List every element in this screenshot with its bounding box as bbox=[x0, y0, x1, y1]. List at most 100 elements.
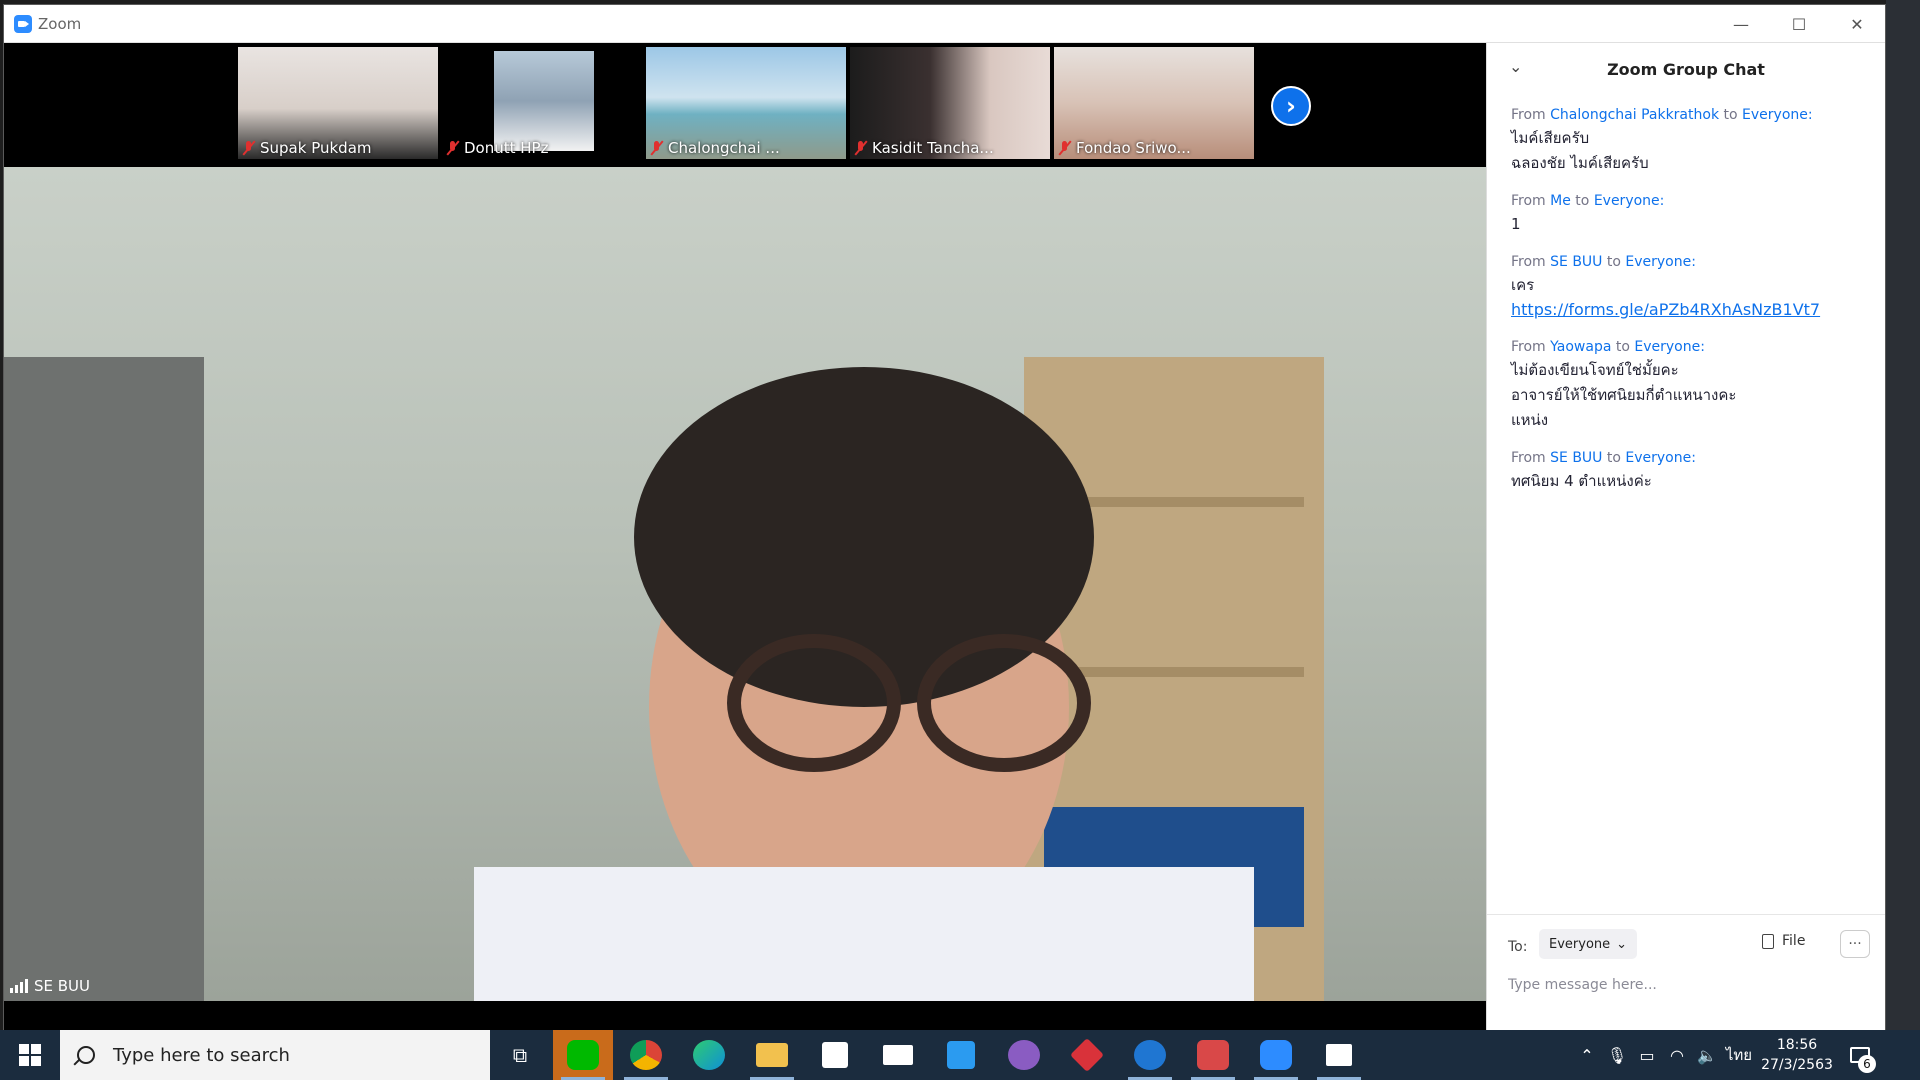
chat-message: From Chalongchai Pakkrathok to Everyone:… bbox=[1511, 104, 1871, 176]
taskbar-app-teamviewer[interactable] bbox=[1120, 1030, 1180, 1080]
taskbar-app-chrome[interactable] bbox=[616, 1030, 676, 1080]
git-icon bbox=[1070, 1038, 1104, 1072]
participant-thumbnail[interactable]: Chalongchai ... bbox=[646, 47, 846, 159]
system-tray: ⌃ 🎙 ▭ ◠ 🔈 ไทย 18:56 27/3/2563 6 bbox=[1572, 1030, 1882, 1080]
taskbar-app-line[interactable] bbox=[553, 1030, 613, 1080]
chat-message-link[interactable]: https://forms.gle/aPZb4RXhAsNzB1Vt7 bbox=[1511, 298, 1871, 322]
participant-thumbnail-strip: Supak Pukdam Donutt HPz Chalongchai ... bbox=[4, 43, 1486, 167]
taskbar-app-git-client[interactable] bbox=[1057, 1030, 1117, 1080]
battery-icon[interactable]: ▭ bbox=[1632, 1046, 1662, 1065]
recipient-name: Everyone: bbox=[1742, 107, 1813, 123]
vscode-icon bbox=[947, 1041, 975, 1069]
input-language[interactable]: ไทย bbox=[1722, 1043, 1756, 1067]
participant-thumbnail[interactable]: Kasidit Tancha... bbox=[850, 47, 1050, 159]
video-frame bbox=[4, 357, 1324, 1001]
github-icon bbox=[1008, 1040, 1040, 1070]
taskbar-app-store[interactable] bbox=[805, 1030, 865, 1080]
taskbar-app-photos[interactable] bbox=[1309, 1030, 1369, 1080]
window-title: Zoom bbox=[38, 14, 82, 33]
windows-logo-icon bbox=[19, 1044, 41, 1066]
participant-name: Chalongchai ... bbox=[650, 139, 780, 157]
chat-message-meta: From Me to Everyone: bbox=[1511, 193, 1665, 209]
taskbar-app-github-desktop[interactable] bbox=[994, 1030, 1054, 1080]
chrome-icon bbox=[630, 1040, 662, 1070]
start-button[interactable] bbox=[0, 1030, 60, 1080]
more-options-button[interactable]: ··· bbox=[1840, 930, 1870, 958]
taskbar-app-file-explorer[interactable] bbox=[742, 1030, 802, 1080]
chat-message-meta: From Chalongchai Pakkrathok to Everyone: bbox=[1511, 107, 1813, 123]
chat-message-input[interactable] bbox=[1506, 969, 1860, 1001]
sender-name: Yaowapa bbox=[1550, 339, 1612, 355]
recipient-name: Everyone: bbox=[1625, 254, 1696, 270]
zoom-window: Zoom — ☐ ✕ Supak Pukdam Donutt HPz Chalo… bbox=[3, 4, 1886, 1031]
edge-icon bbox=[693, 1040, 725, 1070]
desktop-background bbox=[1886, 0, 1920, 1030]
chat-message-text: อาจารย์ให้ใช้ทศนิยมกี่ตำแหนางคะ bbox=[1511, 386, 1737, 404]
chat-panel: ⌄ Zoom Group Chat From Chalongchai Pakkr… bbox=[1486, 43, 1885, 1031]
chevron-down-icon: ⌄ bbox=[1616, 936, 1628, 952]
file-button[interactable]: File bbox=[1762, 933, 1805, 949]
action-center-button[interactable]: 6 bbox=[1838, 1047, 1882, 1073]
taskbar-search-box[interactable]: Type here to search bbox=[60, 1030, 490, 1080]
to-label: To: bbox=[1508, 939, 1528, 955]
active-speaker-video: SE BUU bbox=[4, 167, 1486, 1001]
maximize-button[interactable]: ☐ bbox=[1770, 5, 1828, 43]
chat-message-text: ฉลองชัย ไมค์เสียครับ bbox=[1511, 154, 1649, 172]
recipient-name: Everyone: bbox=[1634, 339, 1705, 355]
next-participants-button[interactable]: › bbox=[1271, 86, 1311, 126]
clock-time: 18:56 bbox=[1776, 1037, 1818, 1053]
clock-date: 27/3/2563 bbox=[1761, 1057, 1833, 1073]
chevron-up-icon[interactable]: ⌃ bbox=[1572, 1046, 1602, 1065]
zoom-logo-icon bbox=[14, 14, 32, 33]
sender-name: Chalongchai Pakkrathok bbox=[1550, 107, 1720, 123]
sender-name: SE BUU bbox=[1550, 450, 1603, 466]
video-area: Supak Pukdam Donutt HPz Chalongchai ... bbox=[4, 43, 1486, 1031]
task-view-icon: ⧉ bbox=[512, 1043, 528, 1067]
taskbar-app-vscode[interactable] bbox=[931, 1030, 991, 1080]
participant-name: Kasidit Tancha... bbox=[854, 139, 994, 157]
taskbar-app-mail[interactable] bbox=[868, 1030, 928, 1080]
chat-message-text: แหน่ง bbox=[1511, 411, 1549, 429]
volume-icon[interactable]: 🔈 bbox=[1692, 1046, 1722, 1065]
mic-muted-icon bbox=[650, 140, 664, 156]
zoom-icon bbox=[1260, 1040, 1292, 1070]
taskbar-app-edge[interactable] bbox=[679, 1030, 739, 1080]
sender-name: Me bbox=[1550, 193, 1571, 209]
recipient-name: Everyone: bbox=[1593, 193, 1665, 209]
task-view-button[interactable]: ⧉ bbox=[490, 1030, 550, 1080]
wifi-icon[interactable]: ◠ bbox=[1662, 1046, 1692, 1065]
mail-icon bbox=[883, 1045, 913, 1065]
chat-message-text: ไมค์เสียครับ bbox=[1511, 129, 1590, 147]
chat-message-text: 1 bbox=[1511, 215, 1521, 233]
chat-message: From Me to Everyone: 1 bbox=[1511, 190, 1871, 237]
microphone-icon[interactable]: 🎙 bbox=[1602, 1046, 1632, 1065]
sender-name: SE BUU bbox=[1550, 254, 1603, 270]
recipient-dropdown[interactable]: Everyone ⌄ bbox=[1539, 929, 1638, 959]
teamviewer-icon bbox=[1134, 1040, 1166, 1070]
chat-message-meta: From SE BUU to Everyone: bbox=[1511, 450, 1696, 466]
chat-message-list: From Chalongchai Pakkrathok to Everyone:… bbox=[1511, 104, 1871, 508]
participant-thumbnail[interactable]: Donutt HPz bbox=[442, 47, 642, 159]
recipient-dropdown-value: Everyone bbox=[1549, 936, 1611, 952]
mic-muted-icon bbox=[446, 140, 460, 156]
participant-thumbnail[interactable]: Supak Pukdam bbox=[238, 47, 438, 159]
participant-thumbnail[interactable]: Fondao Sriwo... bbox=[1054, 47, 1254, 159]
folder-icon bbox=[756, 1043, 788, 1067]
recipient-name: Everyone: bbox=[1625, 450, 1696, 466]
taskbar-app-zoom[interactable] bbox=[1246, 1030, 1306, 1080]
close-button[interactable]: ✕ bbox=[1828, 5, 1886, 43]
file-icon bbox=[1762, 933, 1774, 949]
mic-muted-icon bbox=[854, 140, 868, 156]
chevron-down-icon[interactable]: ⌄ bbox=[1509, 57, 1522, 76]
mic-muted-icon bbox=[242, 140, 256, 156]
title-bar[interactable]: Zoom — ☐ ✕ bbox=[4, 5, 1885, 43]
taskbar-app-recorder[interactable] bbox=[1183, 1030, 1243, 1080]
chat-message: From SE BUU to Everyone: ทศนิยม 4 ตำแหน่… bbox=[1511, 447, 1871, 494]
chat-composer: To: Everyone ⌄ File ··· bbox=[1487, 914, 1885, 1032]
chat-message-meta: From SE BUU to Everyone: bbox=[1511, 254, 1696, 270]
photos-icon bbox=[1326, 1044, 1352, 1066]
participant-name: Fondao Sriwo... bbox=[1058, 139, 1191, 157]
clock[interactable]: 18:56 27/3/2563 bbox=[1756, 1035, 1838, 1075]
video-bottom-bar bbox=[4, 1001, 1486, 1031]
minimize-button[interactable]: — bbox=[1712, 5, 1770, 43]
